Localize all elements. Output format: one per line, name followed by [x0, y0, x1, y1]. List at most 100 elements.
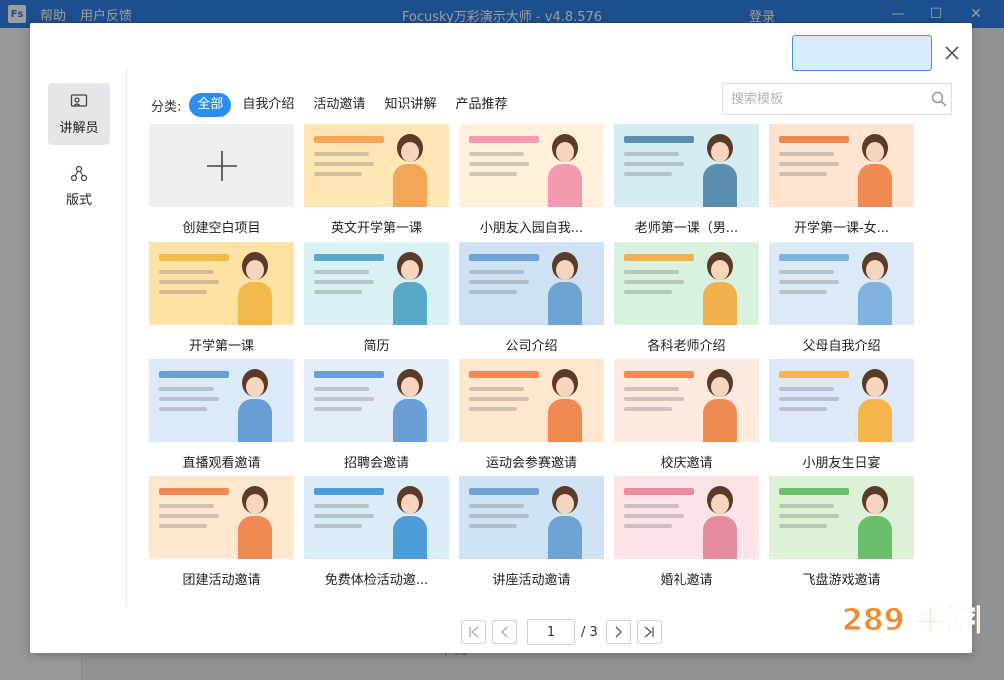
character-body: [393, 164, 427, 207]
template-label: 简历: [363, 339, 390, 354]
template-thumbnail: [149, 359, 294, 442]
thumbnail-text-line: [159, 514, 219, 518]
character-face: [711, 494, 729, 514]
thumbnail-title-bar: [314, 136, 384, 143]
presenter-icon: [70, 93, 88, 107]
template-card[interactable]: 公司介绍: [459, 242, 604, 354]
thumbnail-title-bar: [624, 488, 694, 495]
thumbnail-title-bar: [624, 254, 694, 261]
character-body: [858, 399, 892, 442]
character-body: [238, 399, 272, 442]
search-icon[interactable]: [931, 91, 947, 107]
category-product[interactable]: 产品推荐: [447, 93, 515, 117]
plus-icon: [206, 150, 237, 181]
chevron-right-icon: [615, 626, 623, 638]
thumbnail-title-bar: [314, 254, 384, 261]
template-thumbnail: [304, 124, 449, 207]
page-number-input[interactable]: [527, 619, 575, 645]
template-card[interactable]: 父母自我介绍: [769, 242, 914, 354]
create-blank-project-card[interactable]: 创建空白项目: [149, 124, 294, 236]
template-card[interactable]: 运动会参赛邀请: [459, 359, 604, 471]
thumbnail-text-line: [314, 172, 362, 176]
top-action-button[interactable]: [792, 35, 932, 71]
thumbnail-title-bar: [314, 488, 384, 495]
template-label: 父母自我介绍: [802, 339, 881, 354]
template-card[interactable]: 英文开学第一课: [304, 124, 449, 236]
thumbnail-text-line: [469, 290, 517, 294]
template-card[interactable]: 讲座活动邀请: [459, 476, 604, 588]
template-card[interactable]: 免费体检活动邀...: [304, 476, 449, 588]
template-card[interactable]: 校庆邀请: [614, 359, 759, 471]
thumbnail-title-bar: [469, 488, 539, 495]
sidebar-item-label: 讲解员: [59, 120, 99, 136]
page-total: / 3: [581, 624, 598, 640]
character-face: [401, 377, 419, 397]
template-card[interactable]: 招聘会邀请: [304, 359, 449, 471]
prev-page-button[interactable]: [492, 620, 517, 644]
character-face: [246, 494, 264, 514]
template-card[interactable]: 直播观看邀请: [149, 359, 294, 471]
character-body: [703, 282, 737, 325]
thumbnail-text-line: [159, 387, 214, 391]
character-body: [238, 516, 272, 559]
character-face: [401, 494, 419, 514]
category-self-intro[interactable]: 自我介绍: [234, 93, 302, 117]
blank-thumbnail: [149, 124, 294, 207]
search-input[interactable]: [723, 85, 923, 113]
pagination: / 3: [461, 619, 668, 645]
thumbnail-text-line: [779, 290, 827, 294]
next-page-button[interactable]: [605, 620, 631, 644]
watermark-logo: 289 手游网: [842, 603, 981, 639]
thumbnail-text-line: [314, 387, 369, 391]
template-label: 免费体检活动邀...: [324, 573, 429, 588]
chevron-left-icon: [500, 626, 507, 638]
character-body: [858, 282, 892, 325]
thumbnail-text-line: [624, 524, 672, 528]
watermark-text: 289 手游网: [842, 603, 980, 638]
thumbnail-text-line: [779, 504, 834, 508]
template-card[interactable]: 各科老师介绍: [614, 242, 759, 354]
template-card[interactable]: 团建活动邀请: [149, 476, 294, 588]
character-face: [866, 377, 884, 397]
first-page-button[interactable]: [461, 620, 486, 644]
thumbnail-text-line: [469, 504, 524, 508]
sidebar-item-layout[interactable]: 版式: [48, 155, 110, 217]
template-label: 小朋友入园自我...: [479, 221, 584, 236]
category-knowledge[interactable]: 知识讲解: [376, 93, 444, 117]
template-dialog: 讲解员 版式 分类: 全部 自我介绍 活动邀请 知识讲解 产品推荐 创建空白项目…: [30, 23, 972, 653]
thumbnail-title-bar: [314, 371, 384, 378]
character-face: [866, 494, 884, 514]
template-card[interactable]: 飞盘游戏邀请: [769, 476, 914, 588]
thumbnail-text-line: [314, 162, 374, 166]
thumbnail-text-line: [314, 407, 362, 411]
template-card[interactable]: 老师第一课（男...: [614, 124, 759, 236]
template-label: 小朋友生日宴: [802, 456, 881, 471]
search-box: [722, 83, 952, 115]
template-card[interactable]: 开学第一课: [149, 242, 294, 354]
sidebar-item-presenter[interactable]: 讲解员: [48, 83, 110, 145]
template-card[interactable]: 小朋友入园自我...: [459, 124, 604, 236]
close-icon[interactable]: [942, 43, 962, 63]
category-event-invite[interactable]: 活动邀请: [305, 93, 373, 117]
thumbnail-text-line: [159, 504, 214, 508]
template-thumbnail: [304, 242, 449, 325]
character-body: [548, 399, 582, 442]
template-label: 各科老师介绍: [647, 339, 726, 354]
character-body: [548, 516, 582, 559]
template-card[interactable]: 婚礼邀请: [614, 476, 759, 588]
last-page-button[interactable]: [636, 620, 662, 644]
template-card[interactable]: 简历: [304, 242, 449, 354]
template-thumbnail: [614, 124, 759, 207]
category-all[interactable]: 全部: [189, 93, 232, 117]
template-thumbnail: [459, 476, 604, 559]
template-card[interactable]: 小朋友生日宴: [769, 359, 914, 471]
template-label: 讲座活动邀请: [492, 573, 571, 588]
character-face: [401, 142, 419, 162]
thumbnail-text-line: [779, 152, 834, 156]
template-card[interactable]: 开学第一课-女...: [769, 124, 914, 236]
thumbnail-text-line: [159, 280, 219, 284]
thumbnail-title-bar: [779, 254, 849, 261]
character-face: [866, 260, 884, 280]
character-face: [866, 142, 884, 162]
thumbnail-title-bar: [779, 371, 849, 378]
